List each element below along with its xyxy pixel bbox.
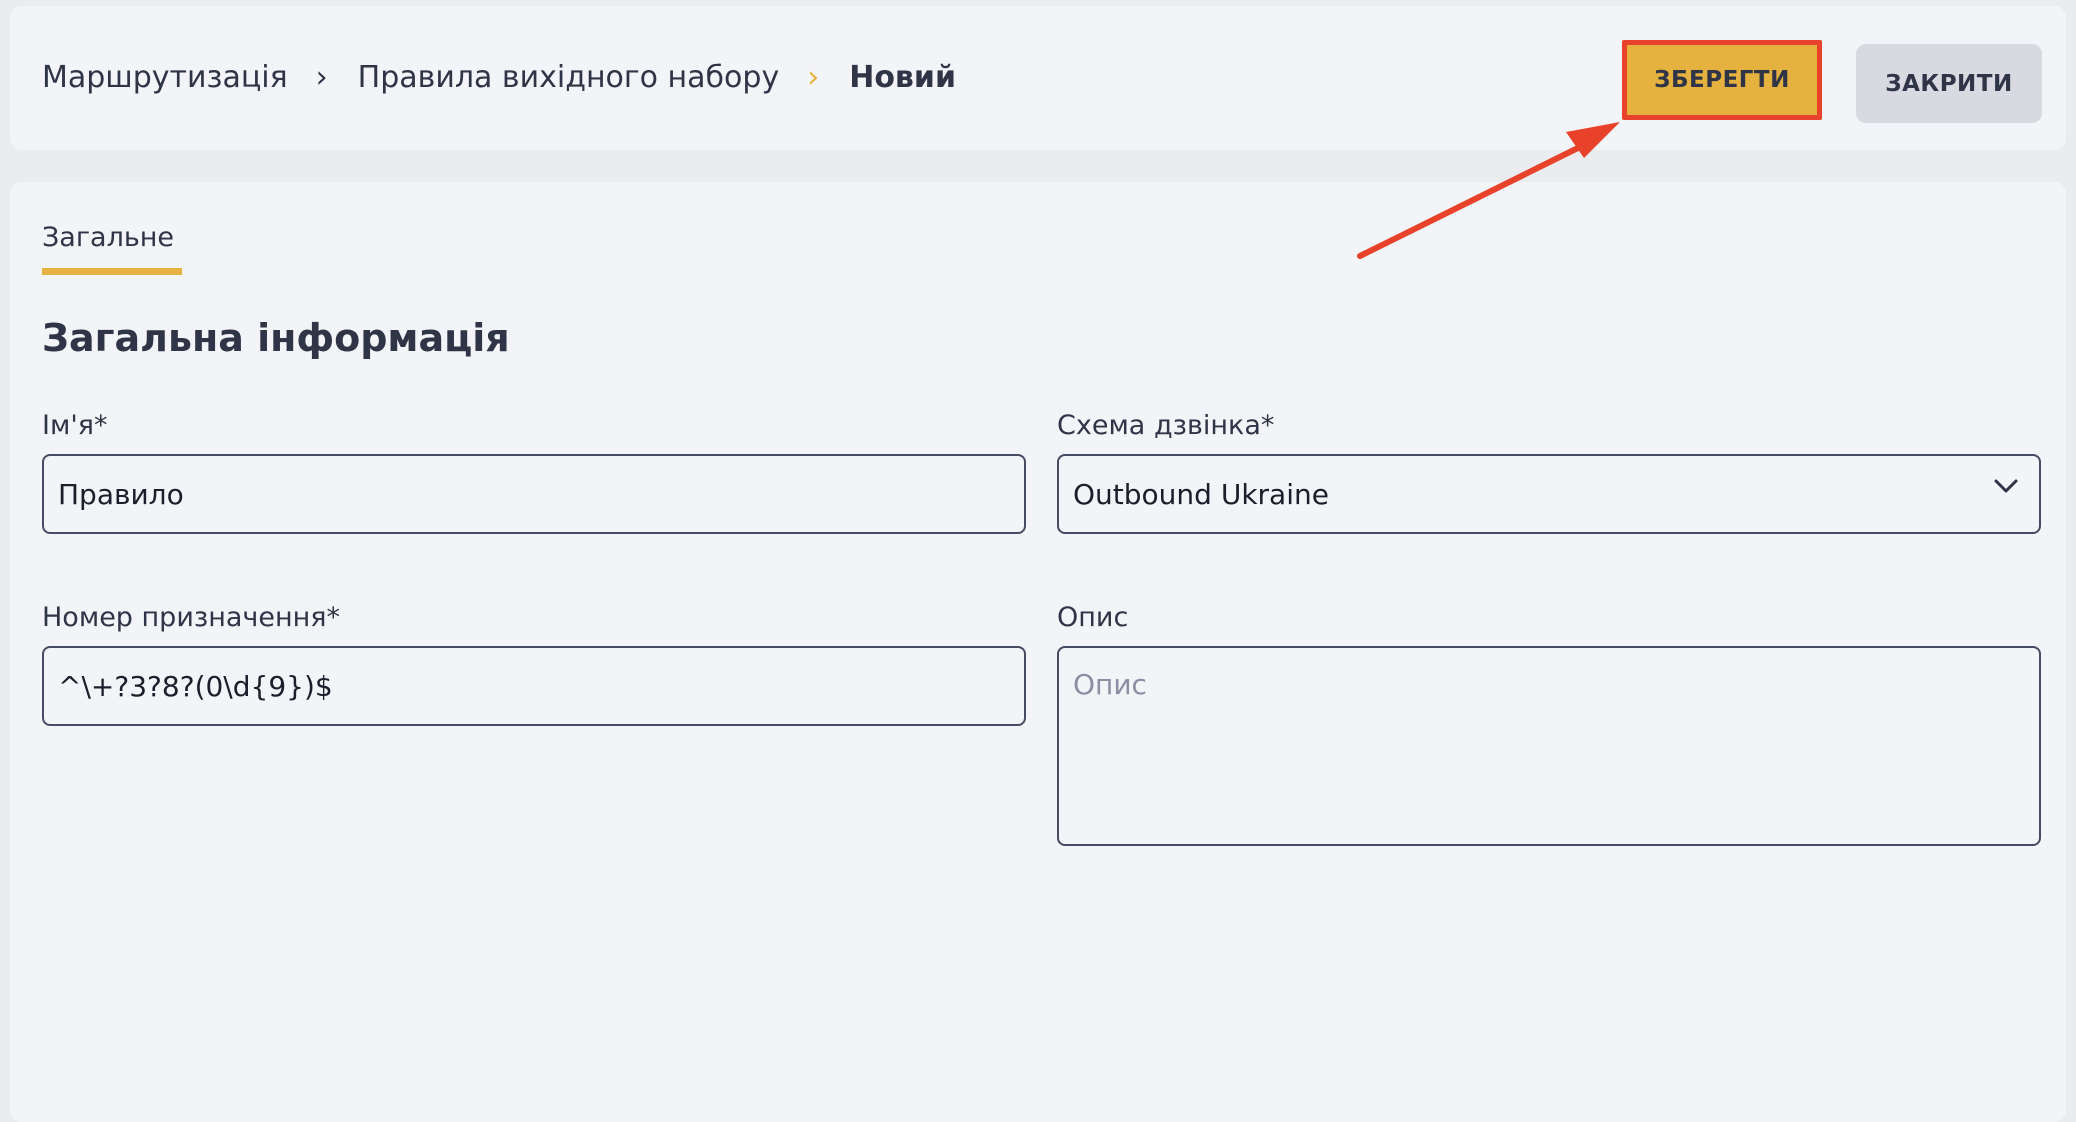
active-tab-indicator [42,268,182,275]
save-button[interactable]: ЗБЕРЕГТИ [1622,40,1822,120]
call-scheme-select[interactable]: Outbound Ukraine [1057,454,2041,534]
description-textarea[interactable]: Опис [1057,646,2041,846]
breadcrumb-item-routing[interactable]: Маршрутизація [42,58,288,98]
destination-label: Номер призначення* [42,602,341,633]
tab-general[interactable]: Загальне [42,222,174,253]
page-header: Маршрутизація › Правила вихідного набору… [10,6,2066,150]
chevron-right-icon: › [315,60,328,95]
call-scheme-value: Outbound Ukraine [1073,477,1329,511]
section-title: Загальна інформація [42,316,510,360]
breadcrumb: Маршрутизація › Правила вихідного набору… [42,58,956,98]
form-panel: Загальне Загальна інформація Ім'я* Прави… [10,182,2066,1122]
destination-input[interactable]: ^\+?3?8?(0\d{9})$ [42,646,1026,726]
breadcrumb-current: Новий [849,60,956,95]
close-button[interactable]: ЗАКРИТИ [1856,44,2042,123]
chevron-right-icon: › [807,60,820,95]
name-value: Правило [58,477,184,511]
chevron-down-icon[interactable] [1993,476,2019,496]
call-scheme-label: Схема дзвінка* [1057,410,1275,441]
description-placeholder: Опис [1073,668,1147,701]
description-label: Опис [1057,602,1129,633]
name-label: Ім'я* [42,410,108,441]
destination-value: ^\+?3?8?(0\d{9})$ [58,669,333,703]
breadcrumb-item-outbound-rules[interactable]: Правила вихідного набору [358,58,780,98]
name-input[interactable]: Правило [42,454,1026,534]
